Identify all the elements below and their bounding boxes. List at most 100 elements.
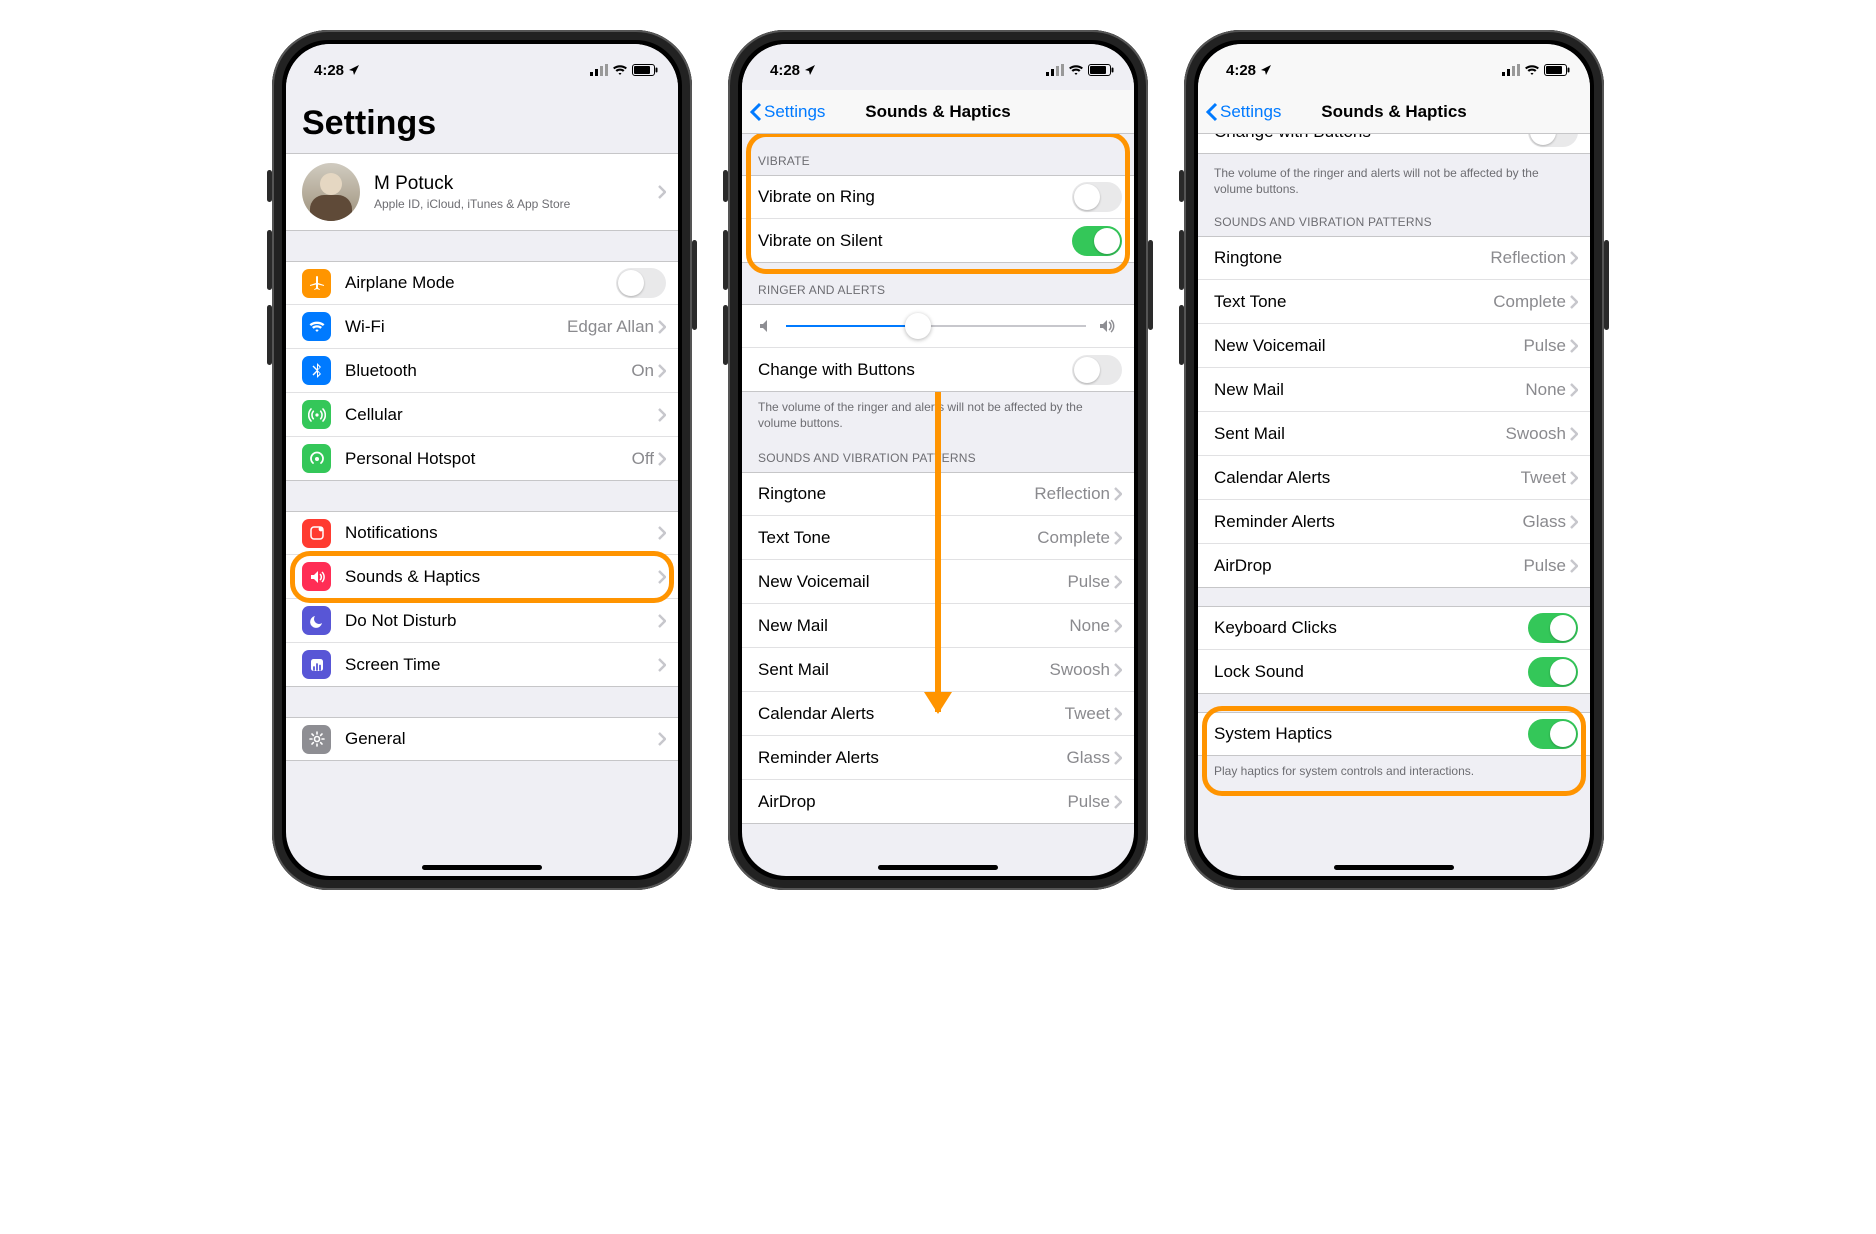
change-with-buttons-row[interactable]: Change with Buttons <box>742 348 1134 392</box>
chevron-right-icon <box>1114 663 1122 677</box>
apple-id-row[interactable]: M Potuck Apple ID, iCloud, iTunes & App … <box>286 153 678 231</box>
status-bar: 4:28 <box>286 44 678 90</box>
ringer-footer: The volume of the ringer and alerts will… <box>1198 158 1590 207</box>
chevron-left-icon <box>750 102 762 122</box>
row-detail: Pulse <box>1523 556 1566 576</box>
row-label: Notifications <box>345 523 658 543</box>
row-label: Personal Hotspot <box>345 449 632 469</box>
chevron-right-icon <box>1570 471 1578 485</box>
phone-3-sounds-haptics-scrolled: 4:28 Settings Sounds & Haptics Change wi… <box>1184 30 1604 890</box>
wifi-icon <box>302 312 331 341</box>
navbar: Settings Sounds & Haptics <box>742 90 1134 134</box>
row-label: AirDrop <box>1214 556 1523 576</box>
chevron-right-icon <box>1114 531 1122 545</box>
partial-change-buttons-row[interactable]: Change with Buttons <box>1198 134 1590 158</box>
back-button[interactable]: Settings <box>1206 102 1281 122</box>
system-haptics-row[interactable]: System Haptics <box>1198 712 1590 756</box>
chevron-left-icon <box>1206 102 1218 122</box>
avatar <box>302 163 360 221</box>
home-indicator[interactable] <box>1334 865 1454 870</box>
sound-row-reminder-alerts[interactable]: Reminder AlertsGlass <box>742 736 1134 780</box>
sound-row-airdrop[interactable]: AirDropPulse <box>742 780 1134 824</box>
cellular-icon <box>302 400 331 429</box>
volume-down <box>723 305 728 365</box>
row-label: Cellular <box>345 405 654 425</box>
settings-row-do-not-disturb[interactable]: Do Not Disturb <box>286 599 678 643</box>
chevron-right-icon <box>658 364 666 378</box>
sound-row-calendar-alerts[interactable]: Calendar AlertsTweet <box>1198 456 1590 500</box>
sound-row-new-voicemail[interactable]: New VoicemailPulse <box>1198 324 1590 368</box>
vibrate-row-vibrate-on-ring[interactable]: Vibrate on Ring <box>742 175 1134 219</box>
row-label: Sent Mail <box>1214 424 1506 444</box>
sound-row-airdrop[interactable]: AirDropPulse <box>1198 544 1590 588</box>
vibrate-row-vibrate-on-silent[interactable]: Vibrate on Silent <box>742 219 1134 263</box>
row-label: Screen Time <box>345 655 658 675</box>
row-toggle[interactable] <box>616 268 666 298</box>
settings-row-bluetooth[interactable]: BluetoothOn <box>286 349 678 393</box>
row-detail: Swoosh <box>1506 424 1566 444</box>
settings-row-personal-hotspot[interactable]: Personal HotspotOff <box>286 437 678 481</box>
volume-up <box>723 230 728 290</box>
row-detail: Pulse <box>1067 792 1110 812</box>
switch-row-lock-sound[interactable]: Lock Sound <box>1198 650 1590 694</box>
row-label: New Mail <box>758 616 1069 636</box>
home-indicator[interactable] <box>422 865 542 870</box>
row-label: New Mail <box>1214 380 1525 400</box>
row-label: Text Tone <box>758 528 1037 548</box>
chevron-right-icon <box>1570 427 1578 441</box>
change-buttons-toggle[interactable] <box>1528 134 1578 147</box>
row-toggle[interactable] <box>1528 613 1578 643</box>
sound-row-reminder-alerts[interactable]: Reminder AlertsGlass <box>1198 500 1590 544</box>
back-button[interactable]: Settings <box>750 102 825 122</box>
row-detail: Pulse <box>1523 336 1566 356</box>
row-detail: Swoosh <box>1050 660 1110 680</box>
chevron-right-icon <box>1114 707 1122 721</box>
row-label: Vibrate on Silent <box>758 231 1072 251</box>
sound-row-new-mail[interactable]: New MailNone <box>1198 368 1590 412</box>
chevron-right-icon <box>1570 295 1578 309</box>
chevron-right-icon <box>658 658 666 672</box>
row-toggle[interactable] <box>1072 226 1122 256</box>
volume-slider[interactable] <box>786 325 1086 327</box>
row-detail: Off <box>632 449 654 469</box>
power-button <box>1604 240 1609 330</box>
chevron-right-icon <box>658 614 666 628</box>
ringer-volume-slider-row[interactable] <box>742 304 1134 348</box>
system-haptics-toggle[interactable] <box>1528 719 1578 749</box>
chevron-right-icon <box>658 320 666 334</box>
settings-row-general[interactable]: General <box>286 717 678 761</box>
switch-row-keyboard-clicks[interactable]: Keyboard Clicks <box>1198 606 1590 650</box>
home-indicator[interactable] <box>878 865 998 870</box>
chevron-right-icon <box>658 452 666 466</box>
volume-switch <box>1179 170 1184 202</box>
wifi-icon <box>612 64 628 76</box>
row-toggle[interactable] <box>1528 657 1578 687</box>
settings-row-screen-time[interactable]: Screen Time <box>286 643 678 687</box>
change-buttons-label: Change with Buttons <box>758 360 1072 380</box>
row-detail: On <box>631 361 654 381</box>
navbar: Settings Sounds & Haptics <box>1198 90 1590 134</box>
volume-up <box>267 230 272 290</box>
notifications-icon <box>302 519 331 548</box>
status-time: 4:28 <box>770 62 800 79</box>
sound-row-ringtone[interactable]: RingtoneReflection <box>1198 236 1590 280</box>
settings-row-sounds-haptics[interactable]: Sounds & Haptics <box>286 555 678 599</box>
system-haptics-label: System Haptics <box>1214 724 1528 744</box>
volume-max-icon <box>1098 318 1118 334</box>
row-label: AirDrop <box>758 792 1067 812</box>
row-label: Calendar Alerts <box>1214 468 1521 488</box>
change-buttons-toggle[interactable] <box>1072 355 1122 385</box>
settings-row-notifications[interactable]: Notifications <box>286 511 678 555</box>
sound-row-text-tone[interactable]: Text ToneComplete <box>1198 280 1590 324</box>
row-toggle[interactable] <box>1072 182 1122 212</box>
row-label: Reminder Alerts <box>1214 512 1523 532</box>
row-label: Vibrate on Ring <box>758 187 1072 207</box>
settings-row-wi-fi[interactable]: Wi-FiEdgar Allan <box>286 305 678 349</box>
settings-row-airplane-mode[interactable]: Airplane Mode <box>286 261 678 305</box>
settings-row-cellular[interactable]: Cellular <box>286 393 678 437</box>
wifi-icon <box>1068 64 1084 76</box>
battery-icon <box>632 64 658 76</box>
sound-row-sent-mail[interactable]: Sent MailSwoosh <box>1198 412 1590 456</box>
nav-title: Sounds & Haptics <box>865 102 1010 122</box>
chevron-right-icon <box>1570 339 1578 353</box>
